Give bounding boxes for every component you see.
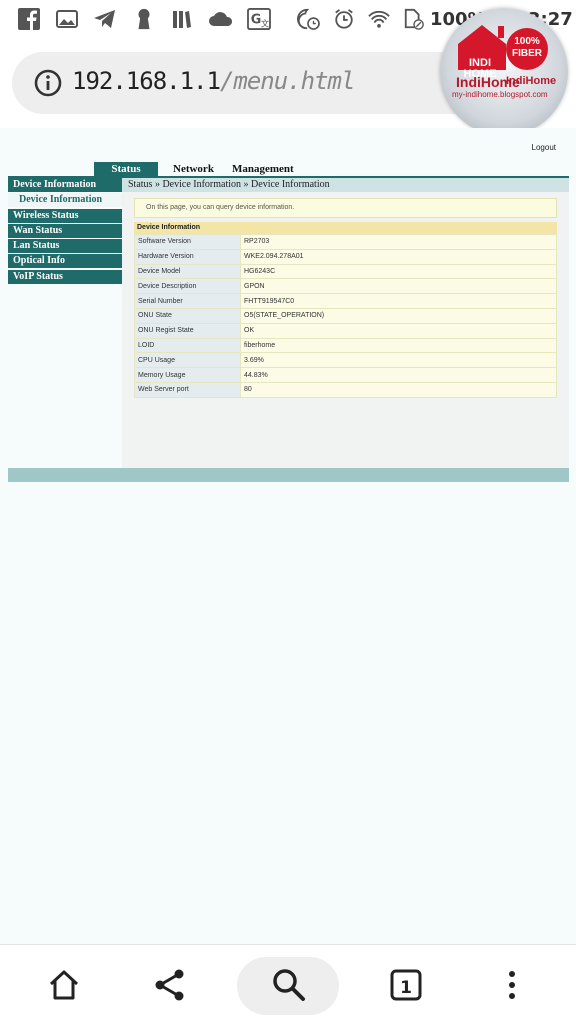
- sidebar-subitem-device-information[interactable]: Device Information: [8, 193, 122, 208]
- table-row: Memory Usage 44.83%: [134, 367, 557, 383]
- row-label: ONU State: [134, 307, 241, 324]
- table-row: LOID fiberhome: [134, 337, 557, 354]
- row-label: Memory Usage: [134, 367, 241, 383]
- sidebar-item-wan-status[interactable]: Wan Status: [8, 223, 122, 238]
- browser-bottom-nav: 1: [0, 944, 576, 1025]
- row-value: RP2703: [240, 234, 557, 250]
- url-host: 192.168.1.1: [72, 67, 221, 95]
- footer-bar: [8, 468, 569, 482]
- keyhole-icon: [138, 8, 150, 30]
- table-row: Device Description GPON: [134, 278, 557, 295]
- table-row: Serial Number FHTT919547C0: [134, 293, 557, 309]
- row-value: GPON: [240, 278, 557, 295]
- sidebar-item-optical-info[interactable]: Optical Info: [8, 254, 122, 269]
- row-value: 80: [240, 381, 557, 398]
- watermark-fiber-badge: 100% FIBER: [506, 28, 548, 70]
- wifi-icon: [368, 10, 390, 28]
- more-icon[interactable]: [494, 967, 530, 1003]
- svg-text:文: 文: [261, 18, 269, 28]
- night-clock-icon: [297, 8, 320, 30]
- row-value: OK: [240, 322, 557, 339]
- row-value: HG6243C: [240, 263, 557, 280]
- row-label: ONU Regist State: [134, 322, 241, 339]
- table-row: Web Server port 80: [134, 381, 557, 398]
- info-notice: On this page, you can query device infor…: [134, 198, 557, 218]
- gallery-icon: [56, 10, 78, 28]
- watermark-brand-small: IndiHome: [506, 75, 557, 87]
- tab-count: 1: [400, 978, 412, 998]
- cloud-icon: [209, 12, 233, 26]
- row-label: Device Description: [134, 278, 241, 295]
- section-title: Device Information: [134, 222, 557, 234]
- url-path: /menu.html: [219, 67, 355, 95]
- telegram-icon: [94, 10, 115, 28]
- table-row: ONU State O5(STATE_OPERATION): [134, 307, 557, 324]
- table-row: Software Version RP2703: [134, 234, 557, 250]
- info-icon[interactable]: [34, 69, 62, 97]
- tab-management[interactable]: Management: [232, 162, 294, 176]
- table-row: Device Model HG6243C: [134, 263, 557, 280]
- breadcrumb: Status » Device Information » Device Inf…: [122, 178, 569, 192]
- table-row: CPU Usage 3.69%: [134, 352, 557, 369]
- sidebar-item-wireless-status[interactable]: Wireless Status: [8, 208, 122, 223]
- row-label: Serial Number: [134, 293, 241, 309]
- device-info-table: Software Version RP2703 Hardware Version WK…: [134, 234, 557, 398]
- alarm-icon: [335, 9, 353, 29]
- row-value: 3.69%: [240, 352, 557, 369]
- home-icon[interactable]: [46, 967, 82, 1003]
- url-text[interactable]: 192.168.1.1/menu.html: [72, 67, 355, 95]
- sidebar-item-voip-status[interactable]: VoIP Status: [8, 269, 122, 284]
- table-row: Hardware Version WKE2.094.278A01: [134, 248, 557, 265]
- table-row: ONU Regist State OK: [134, 322, 557, 339]
- share-icon[interactable]: [152, 967, 188, 1003]
- row-value: O5(STATE_OPERATION): [240, 307, 557, 324]
- row-value: FHTT919547C0: [240, 293, 557, 309]
- row-value: WKE2.094.278A01: [240, 248, 557, 265]
- sim-icon: [404, 8, 424, 30]
- tabs-icon[interactable]: 1: [388, 967, 424, 1003]
- row-label: Web Server port: [134, 381, 241, 398]
- sidebar: Device Information Device Information Wi…: [8, 178, 122, 285]
- row-label: Hardware Version: [134, 248, 241, 265]
- router-page: Logout Status Network Management Device …: [0, 128, 576, 944]
- indihome-watermark: INDI HOME 100% FIBER IndiHome IndiHome m…: [440, 8, 568, 136]
- sidebar-item-device-information[interactable]: Device Information: [8, 178, 122, 192]
- top-nav: Status Network Management: [0, 162, 576, 176]
- svg-text:G: G: [251, 13, 262, 28]
- sidebar-item-lan-status[interactable]: Lan Status: [8, 239, 122, 254]
- row-value: 44.83%: [240, 367, 557, 383]
- facebook-icon: [18, 8, 40, 30]
- row-value: fiberhome: [240, 337, 557, 354]
- row-label: LOID: [134, 337, 241, 354]
- translate-icon: G 文: [247, 8, 271, 30]
- row-label: CPU Usage: [134, 352, 241, 369]
- search-icon[interactable]: [271, 967, 307, 1003]
- watermark-site: my-indihome.blogspot.com: [452, 90, 548, 99]
- logout-link[interactable]: Logout: [532, 143, 556, 152]
- row-label: Software Version: [134, 234, 241, 250]
- books-icon: [173, 11, 191, 28]
- row-label: Device Model: [134, 263, 241, 280]
- tab-network[interactable]: Network: [173, 162, 214, 176]
- tab-status[interactable]: Status: [94, 162, 158, 176]
